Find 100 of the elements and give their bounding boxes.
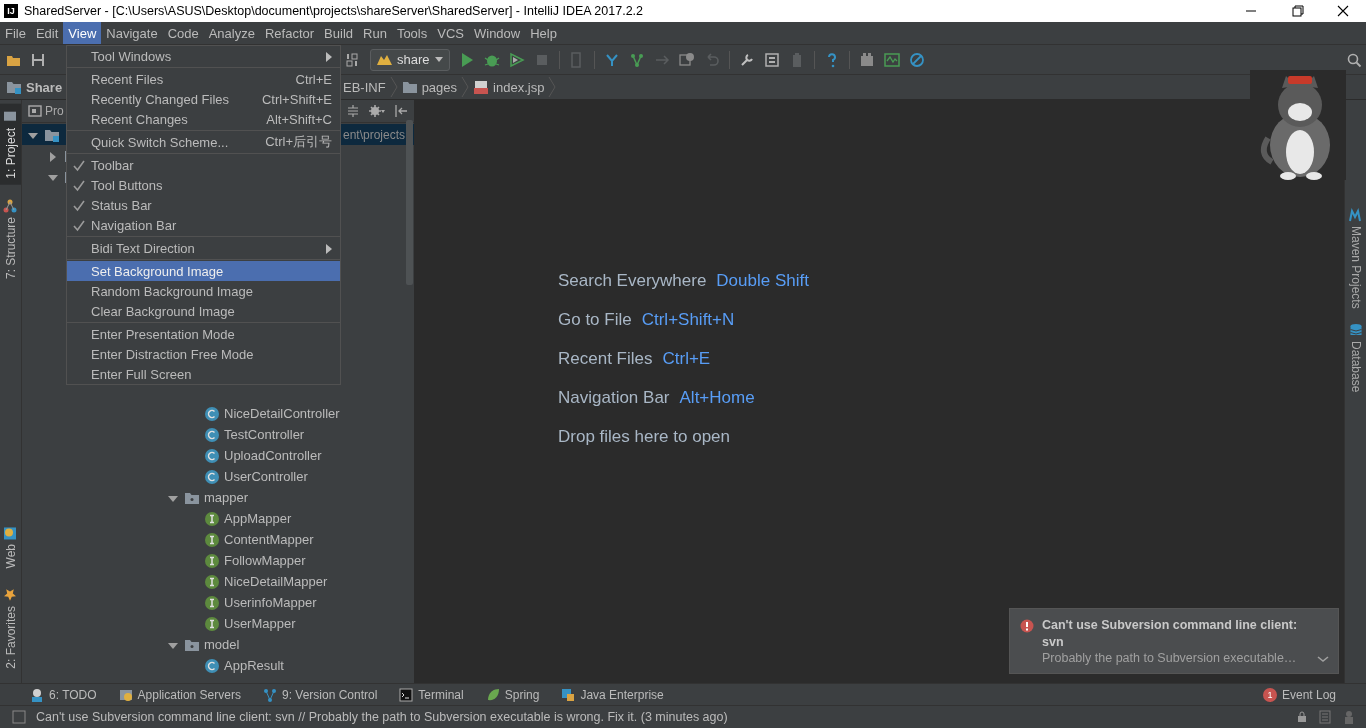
tool-window-tab[interactable]: Database bbox=[1345, 322, 1366, 393]
submenu-arrow-icon bbox=[324, 242, 332, 254]
vcs-commit-icon[interactable] bbox=[628, 51, 645, 68]
hint-text: Go to File bbox=[558, 309, 632, 330]
binary-icon[interactable] bbox=[345, 51, 361, 68]
hint-text: Navigation Bar bbox=[558, 387, 670, 408]
shortcut-text: Ctrl+E bbox=[662, 348, 711, 369]
shortcut-text: Alt+Home bbox=[679, 387, 755, 408]
menu-item[interactable]: Code bbox=[162, 22, 204, 44]
menu-item[interactable]: Recently Changed Files Ctrl+Shift+E bbox=[67, 89, 340, 109]
coverage-icon[interactable] bbox=[508, 51, 525, 68]
menu-item[interactable]: Enter Distraction Free Mode bbox=[67, 344, 340, 364]
structure-icon bbox=[3, 198, 18, 213]
menu-item[interactable]: Enter Presentation Mode bbox=[67, 324, 340, 344]
tree-row[interactable]: AppResult bbox=[22, 655, 414, 676]
menu-item[interactable]: Navigate bbox=[101, 22, 163, 44]
plugin-icon[interactable] bbox=[858, 51, 875, 68]
chevron-icon bbox=[461, 76, 470, 98]
menu-item[interactable]: Bidi Text Direction bbox=[67, 238, 340, 258]
menu-item[interactable]: Tool Buttons bbox=[67, 175, 340, 195]
panel-toggle-icon[interactable] bbox=[12, 710, 26, 724]
tree-row[interactable]: ContentMapper bbox=[22, 529, 414, 550]
menu-item[interactable]: View bbox=[63, 22, 102, 44]
menu-item[interactable]: Status Bar bbox=[67, 195, 340, 215]
menu-item[interactable]: Run bbox=[358, 22, 392, 44]
menu-item[interactable]: Quick Switch Scheme... Ctrl+后引号 bbox=[67, 132, 340, 152]
checkmark-icon bbox=[72, 178, 86, 192]
project-structure-icon[interactable] bbox=[763, 51, 780, 68]
class-icon bbox=[204, 426, 220, 443]
menu-item[interactable]: Enter Full Screen bbox=[67, 364, 340, 384]
tool-window-tab[interactable]: 2: Favorites bbox=[0, 582, 21, 675]
error-icon bbox=[1020, 619, 1034, 633]
tool-window-tab[interactable]: Application Servers bbox=[118, 687, 241, 702]
checkmark-icon bbox=[72, 198, 86, 212]
tree-row[interactable]: NiceDetailController bbox=[22, 403, 414, 424]
tree-row[interactable]: TestController bbox=[22, 424, 414, 445]
tree-row[interactable]: UploadController bbox=[22, 445, 414, 466]
menu-item[interactable]: Refactor bbox=[259, 22, 320, 44]
tool-window-tab[interactable]: Spring bbox=[485, 687, 540, 702]
tool-window-tab[interactable]: 7: Structure bbox=[0, 192, 21, 285]
menu-item[interactable]: Edit bbox=[30, 22, 64, 44]
interface-icon bbox=[204, 552, 220, 569]
shortcut-text: Ctrl+Shift+N bbox=[641, 309, 735, 330]
class-icon bbox=[204, 468, 220, 485]
menu-item[interactable]: Build bbox=[319, 22, 358, 44]
menu-item[interactable]: Toolbar bbox=[67, 155, 340, 175]
person-icon[interactable] bbox=[1342, 710, 1356, 724]
tree-row[interactable]: UserController bbox=[22, 466, 414, 487]
menu-item[interactable]: Random Background Image bbox=[67, 281, 340, 301]
menu-item[interactable]: Recent Changes Alt+Shift+C bbox=[67, 109, 340, 129]
tool-window-tab[interactable]: Web bbox=[0, 519, 21, 575]
tool-window-tab[interactable]: 6: TODO bbox=[30, 687, 97, 702]
caret-icon bbox=[433, 55, 444, 64]
menu-item[interactable]: Help bbox=[525, 22, 562, 44]
tree-row[interactable]: model bbox=[22, 634, 414, 655]
hide-panel-icon[interactable] bbox=[394, 104, 408, 118]
breadcrumb[interactable]: index.jsp bbox=[469, 79, 549, 95]
settings-icon[interactable] bbox=[368, 104, 386, 118]
tool-window-tab[interactable]: 9: Version Control bbox=[262, 687, 378, 702]
tool-window-tab[interactable]: 1: Project bbox=[0, 104, 21, 185]
menu-item[interactable]: Tools bbox=[391, 22, 433, 44]
lock-icon[interactable] bbox=[1296, 711, 1308, 723]
menu-item[interactable]: Analyze bbox=[203, 22, 260, 44]
menu-item[interactable]: Set Background Image bbox=[67, 261, 340, 281]
search-icon[interactable] bbox=[1346, 51, 1362, 68]
collapse-icon[interactable] bbox=[346, 104, 360, 118]
event-log-tab[interactable]: 1 Event Log bbox=[1262, 687, 1336, 702]
tree-row[interactable]: UserinfoMapper bbox=[22, 592, 414, 613]
scrollbar[interactable] bbox=[406, 120, 413, 285]
menu-item[interactable]: File bbox=[0, 22, 31, 44]
class-icon bbox=[204, 657, 220, 674]
tree-row[interactable]: FollowMapper bbox=[22, 550, 414, 571]
run-configuration-dropdown[interactable]: share bbox=[370, 48, 450, 71]
tree-row[interactable]: UserMapper bbox=[22, 613, 414, 634]
star-icon bbox=[3, 588, 18, 603]
checkmark-icon bbox=[72, 158, 86, 172]
breadcrumb[interactable]: Share bbox=[0, 79, 67, 95]
tool-window-tab[interactable]: Java Enterprise bbox=[561, 687, 664, 702]
tree-row[interactable]: NiceDetailMapper bbox=[22, 571, 414, 592]
breadcrumb[interactable]: pages bbox=[397, 79, 462, 95]
jsp-file-icon bbox=[473, 79, 490, 95]
maven-icon bbox=[1349, 208, 1363, 222]
chevron-icon bbox=[389, 76, 398, 98]
menu-item[interactable]: VCS bbox=[432, 22, 469, 44]
menu-item[interactable]: Tool Windows bbox=[67, 46, 340, 66]
notification-title: Can't use Subversion command line client: svn bbox=[1042, 617, 1299, 651]
breadcrumb[interactable]: EB-INF bbox=[339, 79, 390, 95]
panel-title[interactable]: Pro bbox=[28, 104, 64, 118]
menu-item[interactable]: Navigation Bar bbox=[67, 215, 340, 235]
tree-row[interactable]: mapper bbox=[22, 487, 414, 508]
menu-item[interactable]: Clear Background Image bbox=[67, 301, 340, 321]
interface-icon bbox=[204, 594, 220, 611]
menu-item[interactable]: Recent Files Ctrl+E bbox=[67, 69, 340, 89]
tool-window-tab[interactable]: Maven Projects bbox=[1345, 208, 1366, 309]
submenu-arrow-icon bbox=[324, 50, 332, 62]
tool-window-tab[interactable]: Terminal bbox=[399, 687, 464, 702]
interface-icon bbox=[204, 615, 220, 632]
menu-item[interactable]: Window bbox=[468, 22, 526, 44]
tree-row[interactable]: AppMapper bbox=[22, 508, 414, 529]
monitor-icon[interactable] bbox=[883, 51, 900, 68]
